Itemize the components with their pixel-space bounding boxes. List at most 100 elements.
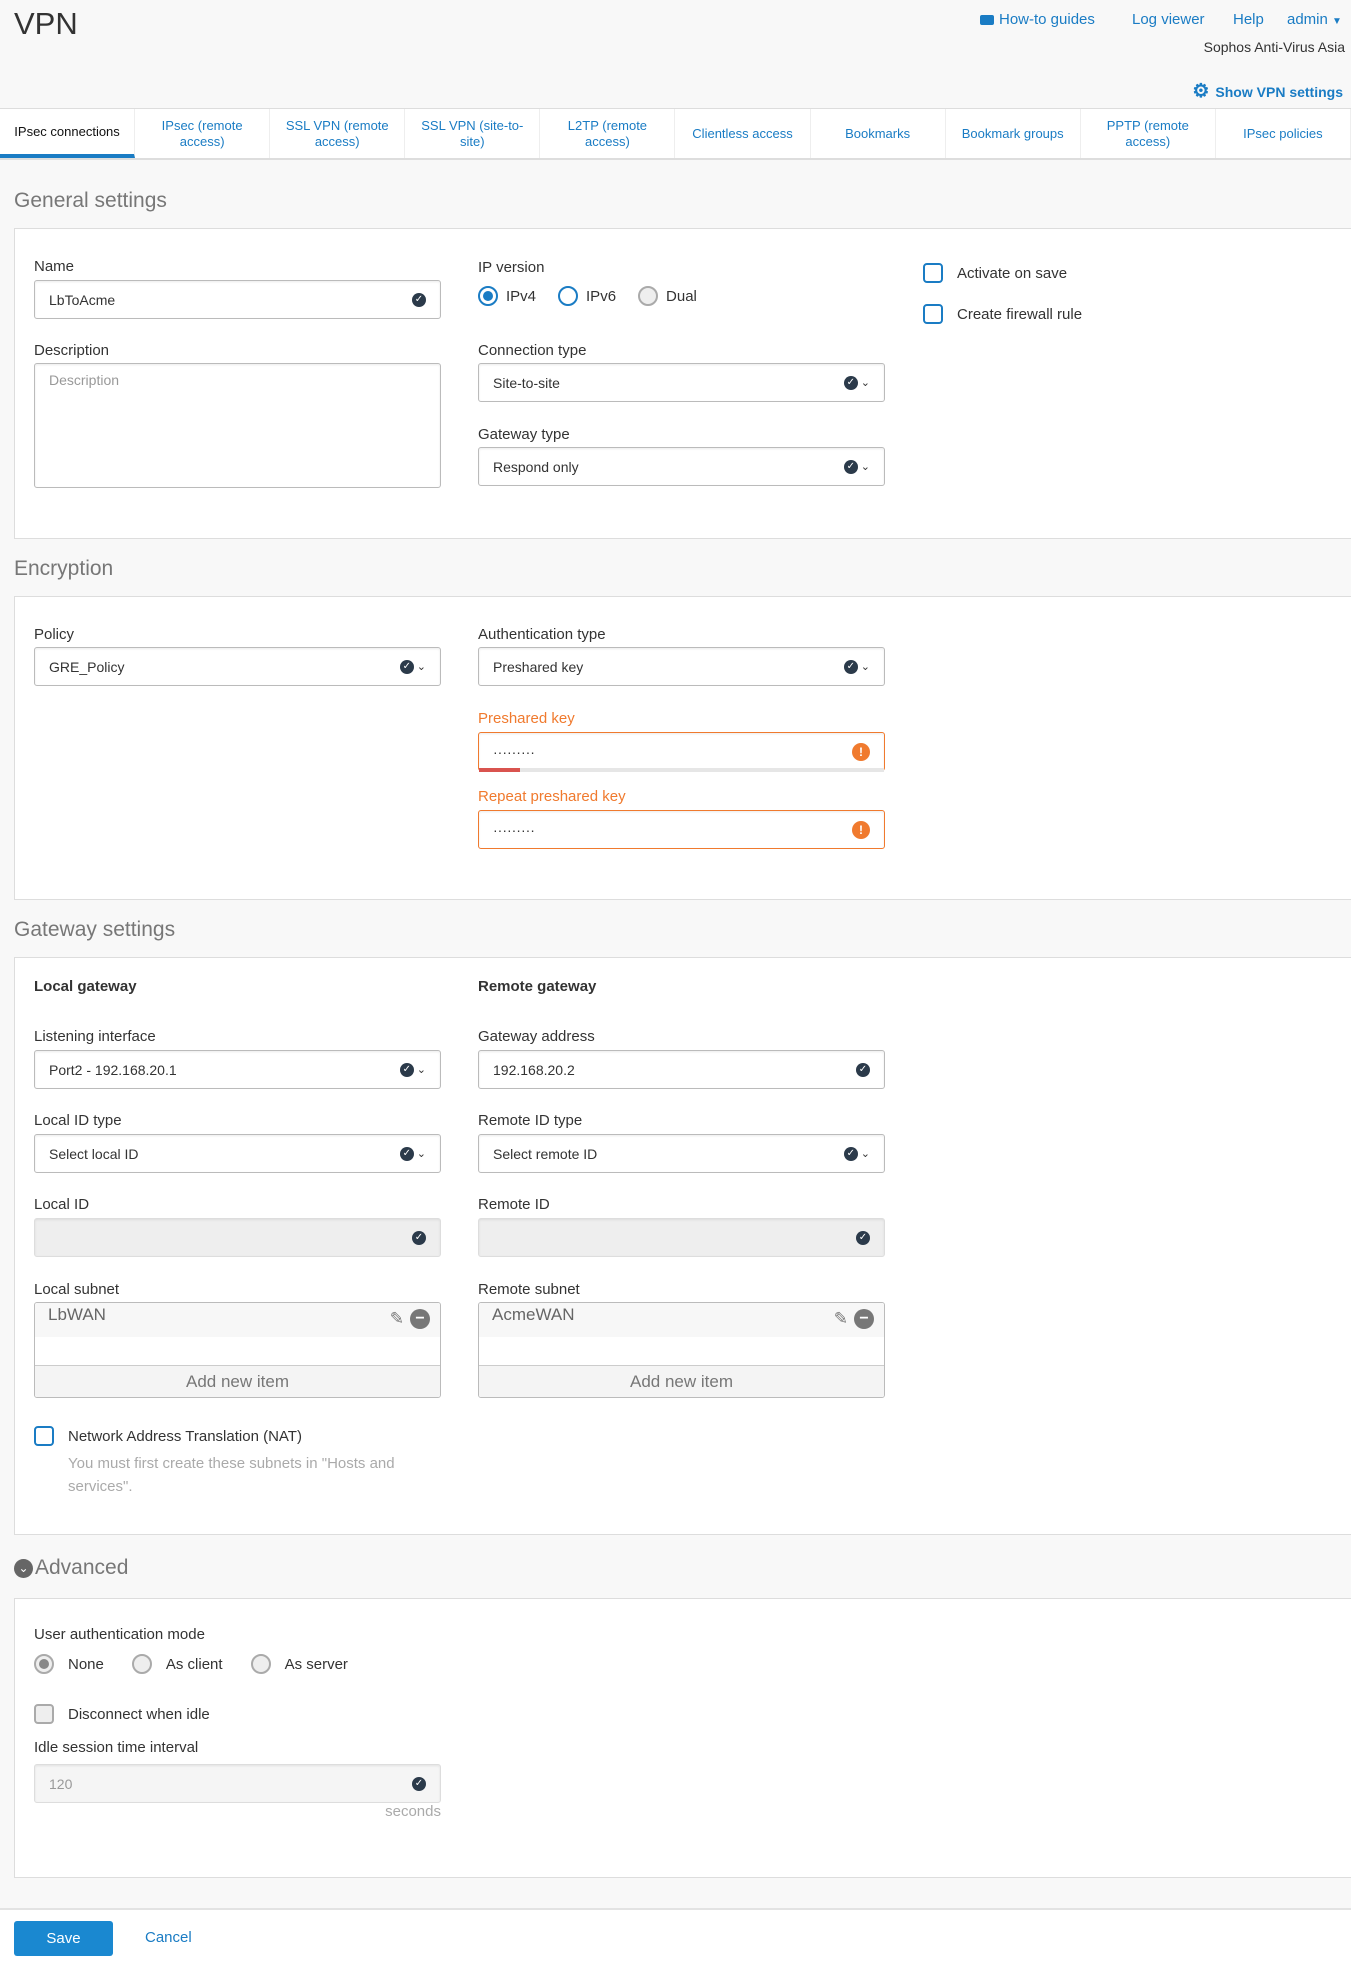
local-gateway-title: Local gateway [34, 978, 137, 995]
connection-type-label: Connection type [478, 342, 587, 359]
valid-check-icon: ✓ [399, 659, 414, 674]
repeat-preshared-key-label: Repeat preshared key [478, 788, 626, 805]
valid-check-icon: ✓ [399, 1062, 414, 1077]
remote-subnet-label: Remote subnet [478, 1281, 580, 1298]
preshared-key-input[interactable]: ·········! [478, 732, 885, 771]
disconnect-when-idle-checkbox[interactable] [34, 1704, 54, 1724]
name-input[interactable]: LbToAcme ✓ [34, 280, 441, 319]
chevron-down-icon: ⌄ [860, 377, 870, 389]
general-settings-heading: General settings [14, 189, 167, 212]
remote-subnet-list: AcmeWAN ✎ − Add new item [478, 1302, 885, 1398]
remove-icon[interactable]: − [410, 1309, 430, 1329]
remote-id-label: Remote ID [478, 1196, 550, 1213]
company-name: Sophos Anti-Virus Asia [1203, 39, 1345, 55]
policy-select[interactable]: GRE_Policy ✓ ⌄ [34, 647, 441, 686]
authentication-type-select[interactable]: Preshared key ✓ ⌄ [478, 647, 885, 686]
cancel-link[interactable]: Cancel [145, 1929, 192, 1946]
help-link[interactable]: Help [1233, 11, 1264, 28]
tab-bookmarks[interactable]: Bookmarks [811, 109, 946, 158]
nat-help-text: You must first create these subnets in "… [68, 1455, 395, 1495]
valid-check-icon: ✓ [843, 459, 858, 474]
description-textarea[interactable]: Description [34, 363, 441, 488]
valid-check-icon: ✓ [399, 1146, 414, 1161]
listening-interface-select[interactable]: Port2 - 192.168.20.1 ✓ ⌄ [34, 1050, 441, 1089]
remote-gateway-title: Remote gateway [478, 978, 597, 995]
description-label: Description [34, 342, 110, 359]
tab-ipsec-policies[interactable]: IPsec policies [1216, 109, 1351, 158]
tab-pptp[interactable]: PPTP (remote access) [1081, 109, 1216, 158]
idle-interval-input[interactable]: 120 ✓ [34, 1764, 441, 1803]
connection-type-select[interactable]: Site-to-site ✓ ⌄ [478, 363, 885, 402]
valid-check-icon: ✓ [843, 375, 858, 390]
remove-icon[interactable]: − [854, 1309, 874, 1329]
gateway-type-label: Gateway type [478, 426, 570, 443]
dual-radio[interactable] [638, 286, 659, 306]
how-to-guides-link[interactable]: How-to guides [980, 11, 1095, 28]
ipv4-radio[interactable] [478, 286, 498, 306]
gateway-settings-heading: Gateway settings [14, 918, 176, 941]
page-title: VPN [14, 6, 78, 41]
advanced-panel [14, 1598, 1351, 1878]
local-subnet-list: LbWAN ✎ − Add new item [34, 1302, 441, 1398]
chevron-down-icon: ⌄ [416, 1148, 426, 1160]
policy-label: Policy [34, 626, 75, 643]
edit-pencil-icon[interactable]: ✎ [390, 1309, 404, 1329]
authentication-type-label: Authentication type [478, 626, 606, 643]
chevron-down-icon: ⌄ [860, 661, 870, 673]
tab-ipsec-connections[interactable]: IPsec connections [0, 109, 136, 158]
add-new-item-button[interactable]: Add new item [35, 1365, 440, 1397]
remote-id-type-select[interactable]: Select remote ID ✓ ⌄ [478, 1134, 885, 1173]
tab-ipsec-remote-access[interactable]: IPsec (remote access) [135, 109, 271, 158]
local-subnet-label: Local subnet [34, 1281, 120, 1298]
video-camera-icon [980, 14, 994, 25]
gateway-address-input[interactable]: 192.168.20.2 ✓ [478, 1050, 885, 1089]
chevron-circle-icon: ⌄ [14, 1558, 33, 1578]
tab-ssl-vpn-site-to-site[interactable]: SSL VPN (site-to-site) [405, 109, 541, 158]
gateway-type-select[interactable]: Respond only ✓ ⌄ [478, 447, 885, 486]
encryption-heading: Encryption [14, 557, 114, 580]
valid-check-icon: ✓ [412, 292, 426, 307]
tab-l2tp[interactable]: L2TP (remote access) [540, 109, 676, 158]
valid-check-icon: ✓ [412, 1230, 426, 1245]
tab-clientless-access[interactable]: Clientless access [675, 109, 811, 158]
remote-id-input[interactable]: ✓ [478, 1218, 885, 1257]
ipv6-radio[interactable] [558, 286, 579, 306]
ip-version-label: IP version [478, 259, 545, 276]
local-id-type-select[interactable]: Select local ID ✓ ⌄ [34, 1134, 441, 1173]
tab-bookmark-groups[interactable]: Bookmark groups [946, 109, 1081, 158]
caret-down-icon: ▼ [1332, 16, 1342, 27]
advanced-toggle[interactable]: ⌄ Advanced [14, 1556, 128, 1580]
local-id-input[interactable]: ✓ [34, 1218, 441, 1257]
repeat-preshared-key-input[interactable]: ·········! [478, 810, 885, 849]
user-auth-mode-label: User authentication mode [34, 1626, 205, 1643]
valid-check-icon: ✓ [412, 1776, 426, 1791]
edit-pencil-icon[interactable]: ✎ [834, 1309, 848, 1329]
save-button[interactable]: Save [14, 1921, 113, 1956]
valid-check-icon: ✓ [843, 1146, 858, 1161]
show-vpn-settings-link[interactable]: ⚙ Show VPN settings [1192, 80, 1343, 103]
list-item: LbWAN ✎ − [35, 1303, 440, 1337]
password-strength-bar [479, 768, 884, 772]
name-label: Name [34, 258, 75, 275]
add-new-item-button[interactable]: Add new item [479, 1365, 884, 1397]
footer-bar [0, 1908, 1351, 1964]
idle-interval-label: Idle session time interval [34, 1739, 199, 1756]
valid-check-icon: ✓ [856, 1230, 870, 1245]
gateway-address-label: Gateway address [478, 1028, 595, 1045]
preshared-key-label: Preshared key [478, 710, 575, 727]
log-viewer-link[interactable]: Log viewer [1132, 11, 1205, 28]
list-item: AcmeWAN ✎ − [479, 1303, 884, 1337]
tab-ssl-vpn-remote-access[interactable]: SSL VPN (remote access) [270, 109, 406, 158]
chevron-down-icon: ⌄ [416, 1064, 426, 1076]
none-radio[interactable] [34, 1654, 54, 1674]
create-firewall-rule-checkbox[interactable] [923, 304, 943, 324]
chevron-down-icon: ⌄ [860, 461, 870, 473]
nat-checkbox[interactable] [34, 1426, 54, 1446]
admin-menu[interactable]: admin ▼ [1287, 11, 1342, 28]
password-strength-fill [479, 768, 520, 772]
tab-bar: IPsec connections IPsec (remote access) … [0, 108, 1351, 160]
as-server-radio[interactable] [250, 1654, 271, 1674]
activate-on-save-checkbox[interactable] [923, 263, 943, 283]
local-id-label: Local ID [34, 1196, 90, 1213]
as-client-radio[interactable] [131, 1654, 152, 1674]
